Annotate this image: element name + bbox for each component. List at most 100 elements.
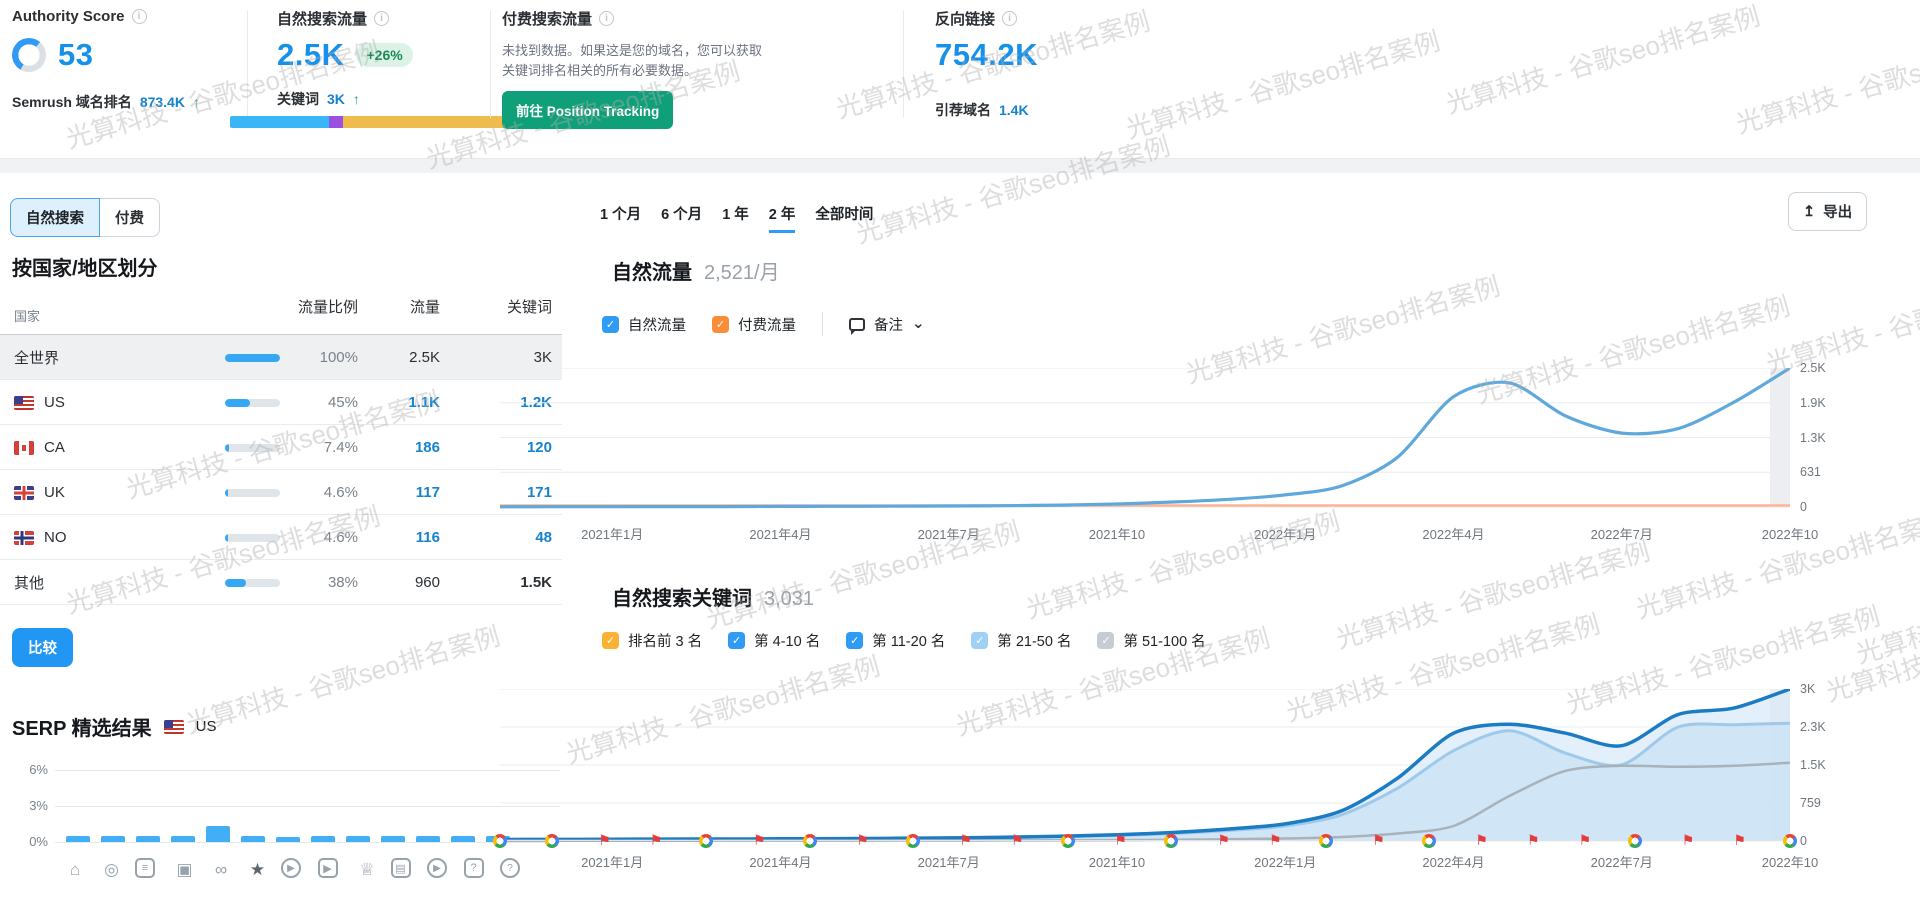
serp-bar[interactable] xyxy=(241,836,265,842)
legend-21-50[interactable]: 第 21-50 名 xyxy=(971,630,1071,651)
table-row[interactable]: UK 4.6% 117 171 xyxy=(0,470,562,515)
checkbox-checked-icon[interactable] xyxy=(602,316,619,333)
note-flag-icon[interactable]: ⚑ xyxy=(1475,833,1488,847)
article-icon[interactable]: ≡ xyxy=(135,858,155,878)
traffic-value[interactable]: 117 xyxy=(378,470,440,515)
info-icon[interactable] xyxy=(1002,11,1017,26)
serp-bar[interactable] xyxy=(346,836,370,842)
google-update-icon[interactable] xyxy=(493,834,507,848)
google-update-icon[interactable] xyxy=(1422,834,1436,848)
table-row[interactable]: CA 7.4% 186 120 xyxy=(0,425,562,470)
info-icon[interactable] xyxy=(374,11,389,26)
checkbox-checked-icon[interactable] xyxy=(728,632,745,649)
google-update-icon[interactable] xyxy=(1628,834,1642,848)
video-icon[interactable]: ▶ xyxy=(318,858,338,878)
organic-traffic-value[interactable]: 2.5K xyxy=(277,37,344,73)
notes-toggle[interactable]: 备注⌄ xyxy=(849,314,925,335)
serp-bar[interactable] xyxy=(276,837,300,842)
traffic-value[interactable]: 1.1K xyxy=(378,380,440,425)
star-icon[interactable]: ★ xyxy=(245,858,271,882)
legend-51-100[interactable]: 第 51-100 名 xyxy=(1097,630,1205,651)
range-2-years[interactable]: 2 年 xyxy=(769,203,796,233)
serp-bar[interactable] xyxy=(206,826,230,842)
image-icon[interactable]: ▤ xyxy=(391,858,411,878)
serp-bar[interactable] xyxy=(451,836,475,842)
note-flag-icon[interactable]: ⚑ xyxy=(1579,833,1592,847)
serp-bar[interactable] xyxy=(136,836,160,842)
note-flag-icon[interactable]: ⚑ xyxy=(1682,833,1695,847)
tab-organic-search[interactable]: 自然搜索 xyxy=(10,198,100,237)
video-carousel-icon[interactable]: ▶ xyxy=(281,858,301,878)
google-update-icon[interactable] xyxy=(1319,834,1333,848)
table-row[interactable]: 其他 38% 960 1.5K xyxy=(0,560,562,605)
compare-button[interactable]: 比较 xyxy=(12,628,73,667)
note-flag-icon[interactable]: ⚑ xyxy=(650,833,663,847)
note-flag-icon[interactable]: ⚑ xyxy=(1011,833,1024,847)
legend-organic-traffic[interactable]: 自然流量 xyxy=(602,314,686,335)
backlinks-value[interactable]: 754.2K xyxy=(935,37,1038,73)
google-update-icon[interactable] xyxy=(1061,834,1075,848)
keywords-value[interactable]: 48 xyxy=(476,515,552,560)
ref-domains-value[interactable]: 1.4K xyxy=(999,102,1029,118)
position-tracking-button[interactable]: 前往 Position Tracking xyxy=(502,91,673,129)
organic-keywords-total-value: 3,031 xyxy=(764,588,814,611)
note-flag-icon[interactable]: ⚑ xyxy=(1527,833,1540,847)
note-flag-icon[interactable]: ⚑ xyxy=(1372,833,1385,847)
checkbox-checked-icon[interactable] xyxy=(712,316,729,333)
export-button[interactable]: ↥ 导出 xyxy=(1788,192,1867,231)
note-flag-icon[interactable]: ⚑ xyxy=(856,833,869,847)
range-6-months[interactable]: 6 个月 xyxy=(661,203,702,233)
traffic-value[interactable]: 186 xyxy=(378,425,440,470)
play-icon[interactable]: ▶ xyxy=(427,858,447,878)
legend-4-10[interactable]: 第 4-10 名 xyxy=(728,630,820,651)
y-tick-label: 2.3K xyxy=(1800,720,1826,734)
checkbox-checked-icon[interactable] xyxy=(1097,632,1114,649)
note-flag-icon[interactable]: ⚑ xyxy=(753,833,766,847)
table-row[interactable]: 全世界 100% 2.5K 3K xyxy=(0,335,562,380)
note-flag-icon[interactable]: ⚑ xyxy=(598,833,611,847)
range-1-year[interactable]: 1 年 xyxy=(722,203,749,233)
table-row[interactable]: US 45% 1.1K 1.2K xyxy=(0,380,562,425)
tab-paid[interactable]: 付费 xyxy=(100,198,160,237)
serp-bar[interactable] xyxy=(311,836,335,842)
link-icon[interactable]: ∞ xyxy=(208,858,234,882)
range-1-month[interactable]: 1 个月 xyxy=(600,203,641,233)
question-icon[interactable]: ? xyxy=(500,858,520,878)
serp-bar[interactable] xyxy=(101,836,125,842)
legend-paid-traffic[interactable]: 付费流量 xyxy=(712,314,796,335)
google-update-icon[interactable] xyxy=(803,834,817,848)
traffic-value[interactable]: 116 xyxy=(378,515,440,560)
checkbox-checked-icon[interactable] xyxy=(971,632,988,649)
legend-top-3[interactable]: 排名前 3 名 xyxy=(602,630,702,651)
note-flag-icon[interactable]: ⚑ xyxy=(1114,833,1127,847)
checkbox-checked-icon[interactable] xyxy=(602,632,619,649)
graduation-cap-icon[interactable]: ⌂ xyxy=(62,858,88,882)
location-pin-icon[interactable]: ◎ xyxy=(99,858,125,882)
keywords-value[interactable]: 3K xyxy=(327,91,345,107)
range-all-time[interactable]: 全部时间 xyxy=(815,203,873,233)
note-flag-icon[interactable]: ⚑ xyxy=(1217,833,1230,847)
checkbox-checked-icon[interactable] xyxy=(846,632,863,649)
legend-11-20[interactable]: 第 11-20 名 xyxy=(846,630,945,651)
google-update-icon[interactable] xyxy=(1164,834,1178,848)
google-update-icon[interactable] xyxy=(545,834,559,848)
google-update-icon[interactable] xyxy=(1783,834,1797,848)
image-pack-icon[interactable]: ▣ xyxy=(172,858,198,882)
note-flag-icon[interactable]: ⚑ xyxy=(1269,833,1282,847)
organic-traffic-line-chart[interactable] xyxy=(500,368,1790,509)
google-update-icon[interactable] xyxy=(906,834,920,848)
faq-icon[interactable]: ? xyxy=(464,858,484,878)
domain-rank-value[interactable]: 873.4K xyxy=(140,94,185,110)
serp-bar[interactable] xyxy=(171,836,195,842)
serp-bar[interactable] xyxy=(66,836,90,842)
table-row[interactable]: NO 4.6% 116 48 xyxy=(0,515,562,560)
note-flag-icon[interactable]: ⚑ xyxy=(959,833,972,847)
serp-bar[interactable] xyxy=(381,836,405,842)
google-update-icon[interactable] xyxy=(699,834,713,848)
note-flag-icon[interactable]: ⚑ xyxy=(1733,833,1746,847)
info-icon[interactable] xyxy=(599,11,614,26)
serp-bar[interactable] xyxy=(416,836,440,842)
info-icon[interactable] xyxy=(132,9,147,24)
crown-icon[interactable]: ♕ xyxy=(354,858,380,882)
organic-keywords-area-chart[interactable] xyxy=(500,689,1790,843)
